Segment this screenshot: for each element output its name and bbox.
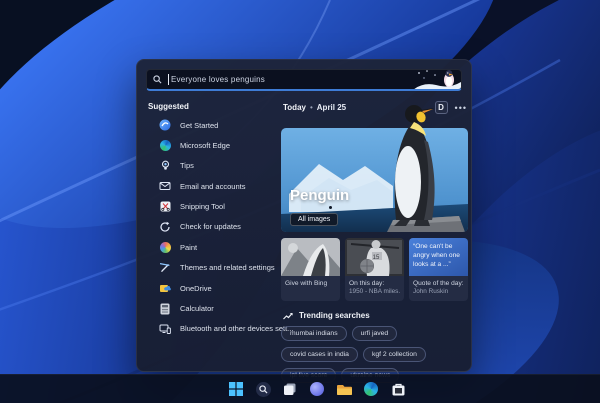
penguin-doodle-decoration [414, 70, 461, 89]
tips-bulb-icon [159, 160, 171, 172]
on-this-day-image: 15 [345, 238, 404, 276]
task-view-button[interactable] [282, 381, 298, 397]
file-explorer-button[interactable] [336, 381, 352, 397]
onedrive-icon [159, 282, 171, 294]
search-icon [153, 75, 162, 84]
sidebar-item-microsoft-edge[interactable]: Microsoft Edge [147, 139, 281, 151]
sidebar-item-calculator[interactable]: Calculator [147, 303, 281, 315]
all-images-button[interactable]: All images [290, 213, 339, 226]
sidebar-item-label: Microsoft Edge [180, 140, 231, 150]
card-subcaption: 1950 - NBA miles... [349, 288, 400, 295]
desktop: Everyone loves penguins Suggested Get St… [0, 0, 600, 403]
sidebar-item-get-started[interactable]: Get Started [147, 119, 281, 131]
chat-button[interactable] [309, 381, 325, 397]
devices-icon [159, 323, 171, 335]
sidebar-item-label: Check for updates [180, 222, 241, 232]
emperor-penguin-image [394, 105, 435, 226]
edge-button[interactable] [363, 381, 379, 397]
card-caption: Quote of the day: [413, 280, 464, 287]
text-cursor [168, 74, 169, 85]
sidebar-item-label: Calculator [180, 304, 214, 314]
carousel-dot [329, 206, 332, 209]
header-separator: • [309, 103, 313, 112]
trending-header: Trending searches [283, 311, 471, 320]
paint-icon [159, 241, 171, 253]
search-icon [258, 384, 268, 394]
sidebar-item-label: Tips [180, 161, 194, 171]
edge-icon [159, 139, 171, 151]
taskbar [0, 374, 600, 403]
get-started-icon [159, 119, 171, 131]
card-quote-of-the-day[interactable]: “One can't be angry when one looks at a … [409, 238, 468, 301]
email-icon [159, 180, 171, 192]
themes-pen-icon [159, 262, 171, 274]
trending-up-icon [283, 312, 293, 319]
edge-icon [364, 382, 378, 396]
hero-title: Penguin [290, 187, 350, 204]
sidebar-item-label: OneDrive [180, 283, 212, 293]
sidebar-item-check-for-updates[interactable]: Check for updates [147, 221, 281, 233]
card-give-with-bing[interactable]: Give with Bing [281, 238, 340, 301]
search-input[interactable]: Everyone loves penguins [171, 75, 265, 84]
feed-cards-row: Give with Bing 15 On this day: 1950 - NB… [281, 238, 468, 301]
sidebar-item-tips[interactable]: Tips [147, 160, 281, 172]
sidebar-item-label: Paint [180, 242, 198, 252]
hero-card-penguin[interactable]: Penguin All images [281, 105, 468, 232]
sidebar-item-label: Get Started [180, 120, 219, 130]
sidebar-item-label: Bluetooth and other devices sett... [180, 324, 294, 334]
sidebar-item-label: Email and accounts [180, 181, 246, 191]
suggested-title: Suggested [148, 102, 189, 111]
calculator-icon [159, 303, 171, 315]
today-feed: Today • April 25 D ••• Penguin All image… [281, 100, 471, 383]
sidebar-item-paint[interactable]: Paint [147, 241, 281, 253]
sidebar-item-bluetooth-devices[interactable]: Bluetooth and other devices sett... [147, 323, 293, 335]
snipping-tool-icon [159, 201, 171, 213]
trending-pill[interactable]: urfi javed [351, 326, 398, 341]
sidebar-item-email-accounts[interactable]: Email and accounts [147, 180, 281, 192]
sidebar-item-snipping-tool[interactable]: Snipping Tool [147, 201, 281, 213]
start-button[interactable] [228, 381, 244, 397]
chat-icon [310, 382, 324, 396]
suggested-section: Suggested Get Started Microsoft Edge Tip… [146, 100, 293, 383]
trending-pill[interactable]: mumbai indians [281, 326, 347, 341]
sidebar-item-onedrive[interactable]: OneDrive [147, 282, 281, 294]
sidebar-item-label: Snipping Tool [180, 202, 225, 212]
sidebar-item-themes-settings[interactable]: Themes and related settings [147, 262, 281, 274]
today-label: Today [283, 103, 306, 112]
search-flyout-panel: Everyone loves penguins Suggested Get St… [136, 59, 472, 383]
card-subcaption: John Ruskin [413, 288, 449, 295]
card-caption: Give with Bing [285, 280, 328, 287]
taskbar-search-button[interactable] [255, 381, 271, 397]
card-caption: On this day: [349, 280, 385, 287]
sidebar-item-label: Themes and related settings [180, 263, 275, 273]
svg-text:15: 15 [373, 255, 380, 261]
card-on-this-day[interactable]: 15 On this day: 1950 - NBA miles... [345, 238, 404, 301]
quote-tile: “One can't be angry when one looks at a … [409, 238, 468, 276]
trending-pill[interactable]: kgf 2 collection [362, 347, 426, 362]
give-with-bing-image [281, 238, 340, 276]
quote-text: “One can't be angry when one looks at a … [413, 243, 460, 268]
store-button[interactable] [390, 381, 406, 397]
search-bar[interactable]: Everyone loves penguins [146, 69, 462, 91]
trending-title: Trending searches [299, 311, 370, 320]
update-refresh-icon [159, 221, 171, 233]
trending-pill[interactable]: covid cases in india [281, 347, 358, 362]
more-options-icon[interactable]: ••• [455, 103, 467, 112]
today-date: April 25 [316, 103, 347, 112]
